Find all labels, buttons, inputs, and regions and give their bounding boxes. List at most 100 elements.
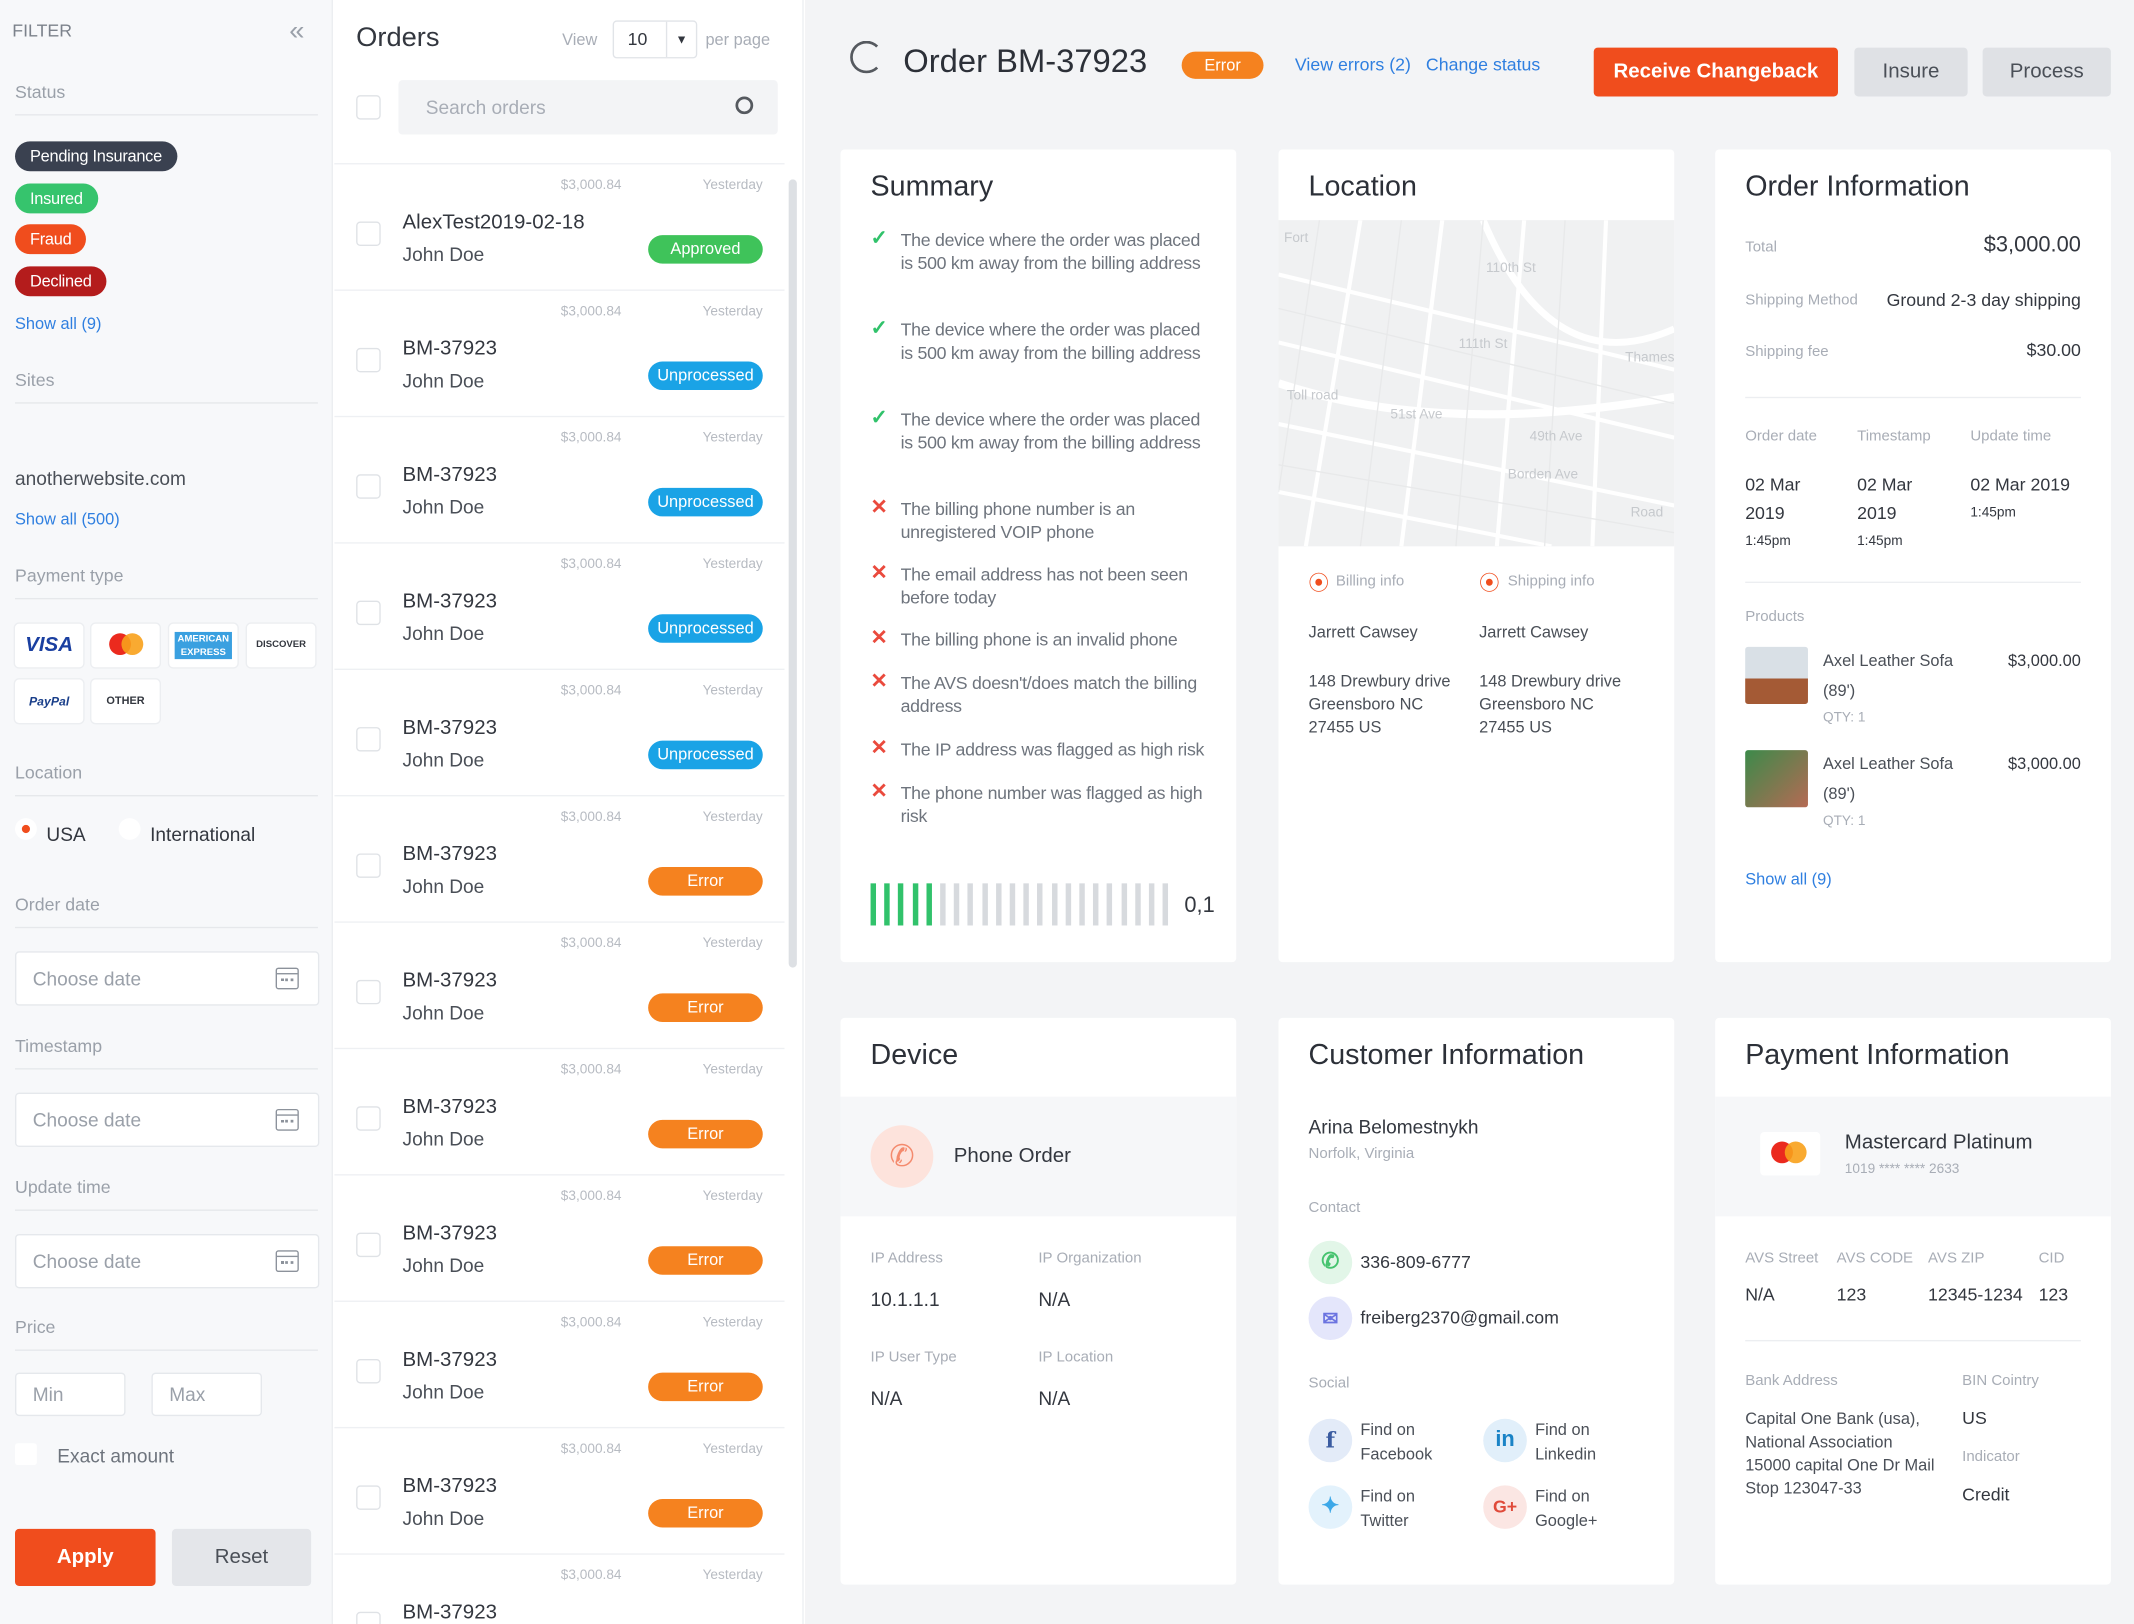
map[interactable]: Fort 110th St 111th St Thames 49th Ave B…	[1278, 220, 1675, 547]
reset-button[interactable]: Reset	[171, 1528, 312, 1586]
facebook-icon[interactable]: f	[1308, 1418, 1353, 1463]
status-chip[interactable]: Insured	[15, 182, 98, 213]
order-status-badge: Approved	[648, 235, 763, 264]
divider	[15, 114, 318, 116]
google-plus-icon[interactable]: G+	[1483, 1485, 1527, 1529]
search-icon[interactable]	[735, 96, 754, 115]
order-checkbox[interactable]	[356, 727, 381, 752]
show-all-products-link[interactable]: Show all (9)	[1745, 870, 1831, 889]
cross-icon: ✕	[870, 561, 888, 585]
order-checkbox[interactable]	[356, 347, 381, 373]
discover-card[interactable]: DISCOVER	[246, 623, 316, 668]
order-checkbox[interactable]	[356, 221, 381, 246]
contact-label: Contact	[1308, 1199, 1361, 1217]
calendar-icon[interactable]	[275, 1250, 299, 1273]
customer-name: John Doe	[402, 243, 485, 266]
amex-card[interactable]: AMERICAN EXPRESS	[169, 623, 238, 668]
order-row[interactable]: $3,000.84 Yesterday BM-37923 John Doe Error	[334, 1049, 785, 1176]
order-checkbox[interactable]	[356, 600, 381, 626]
order-checkbox[interactable]	[356, 1485, 381, 1510]
order-row[interactable]: $3,000.84 Yesterday BM-37923	[334, 1555, 784, 1624]
customer-email[interactable]: freiberg2370@gmail.com	[1360, 1307, 1558, 1327]
product-name: Axel Leather Sofa	[1822, 754, 1954, 774]
customer-name: John Doe	[402, 1254, 485, 1277]
device-title: Device	[870, 1039, 959, 1071]
apply-button[interactable]: Apply	[15, 1528, 156, 1586]
order-time: Yesterday	[702, 304, 763, 320]
divider	[15, 1349, 318, 1351]
show-all-status-link[interactable]: Show all (9)	[15, 314, 101, 333]
order-row[interactable]: $3,000.84 Yesterday BM-37923 John Doe Error	[334, 1428, 785, 1555]
international-radio[interactable]	[118, 818, 141, 840]
order-date-label: Order date	[15, 894, 100, 915]
search-input[interactable]: Search orders	[398, 80, 778, 135]
refresh-icon[interactable]	[850, 40, 883, 74]
site-item[interactable]: anotherwebsite.com	[15, 467, 186, 489]
find-on-facebook[interactable]: Find on Facebook	[1360, 1417, 1432, 1466]
order-checkbox[interactable]	[356, 474, 381, 499]
order-row[interactable]: $3,000.84 Yesterday BM-37923 John Doe Error	[334, 796, 785, 923]
calendar-icon[interactable]	[275, 967, 299, 990]
device-type: Phone Order	[953, 1144, 1071, 1168]
status-chip[interactable]: Fraud	[15, 224, 87, 255]
order-row[interactable]: $3,000.84 Yesterday AlexTest2019-02-18 John…	[334, 164, 785, 291]
order-row[interactable]: $3,000.84 Yesterday BM-37923 John Doe Unproc…	[334, 544, 785, 670]
chevron-down-icon: ▼	[665, 21, 696, 58]
timestamp-input[interactable]: Choose date	[15, 1092, 320, 1147]
find-on-linkedin[interactable]: Find on Linkedin	[1535, 1417, 1596, 1466]
order-row[interactable]: $3,000.84 Yesterday BM-37923 John Doe Error	[334, 1176, 785, 1302]
shipping-method-value: Ground 2-3 day shipping	[1886, 289, 2081, 310]
map-label: 110th St	[1485, 260, 1536, 276]
order-status-badge: Unprocessed	[648, 614, 763, 643]
order-amount: $3,000.84	[560, 1315, 622, 1331]
status-chip[interactable]: Pending Insurance	[15, 141, 177, 172]
view-errors-link[interactable]: View errors (2)	[1295, 54, 1411, 74]
find-on-twitter[interactable]: Find on Twitter	[1360, 1484, 1415, 1533]
status-chip[interactable]: Declined	[15, 265, 107, 296]
order-checkbox[interactable]	[356, 979, 381, 1005]
order-status-badge: Error	[648, 1498, 763, 1528]
cross-icon: ✕	[870, 780, 888, 804]
payment-information-card: Payment Information Mastercard Platinum …	[1715, 1017, 2111, 1585]
order-date-input[interactable]: Choose date	[15, 951, 320, 1006]
price-max-input[interactable]: Max	[151, 1372, 262, 1417]
mastercard-card[interactable]	[91, 623, 160, 668]
product-qty: QTY: 1	[1822, 710, 1866, 726]
order-checkbox[interactable]	[356, 1232, 381, 1258]
score-bar-segment	[1065, 883, 1071, 926]
customer-phone[interactable]: 336-809-6777	[1360, 1252, 1470, 1272]
order-row[interactable]: $3,000.84 Yesterday BM-37923 John Doe Unproc…	[334, 670, 785, 797]
visa-card[interactable]: VISA	[15, 623, 84, 668]
order-checkbox[interactable]	[356, 1611, 381, 1624]
order-row[interactable]: $3,000.84 Yesterday BM-37923 John Doe Unproc…	[334, 417, 785, 544]
order-row[interactable]: $3,000.84 Yesterday BM-37923 John Doe Unproc…	[334, 291, 785, 418]
order-checkbox[interactable]	[356, 1359, 381, 1384]
select-all-checkbox[interactable]	[356, 95, 381, 120]
insure-button[interactable]: Insure	[1854, 47, 1968, 97]
price-min-input[interactable]: Min	[15, 1372, 126, 1417]
collapse-icon[interactable]: «	[289, 16, 304, 47]
order-row[interactable]: $3,000.84 Yesterday BM-37923 John Doe Error	[334, 1302, 785, 1429]
amex-label: AMERICAN EXPRESS	[174, 631, 232, 660]
calendar-icon[interactable]	[275, 1108, 299, 1131]
score-bar-segment	[1079, 883, 1085, 926]
twitter-icon[interactable]: ✦	[1308, 1485, 1353, 1529]
change-status-link[interactable]: Change status	[1426, 54, 1540, 74]
exact-amount-checkbox[interactable]	[15, 1443, 37, 1466]
process-button[interactable]: Process	[1982, 47, 2111, 97]
order-checkbox[interactable]	[356, 853, 381, 878]
order-row[interactable]: $3,000.84 Yesterday BM-37923 John Doe Error	[334, 923, 785, 1050]
find-on-google-plus[interactable]: Find on Google+	[1535, 1484, 1597, 1533]
receive-changeback-button[interactable]: Receive Changeback	[1593, 47, 1838, 97]
show-all-sites-link[interactable]: Show all (500)	[15, 510, 120, 529]
other-card[interactable]: OTHER	[91, 679, 160, 723]
usa-radio[interactable]	[15, 818, 37, 840]
linkedin-icon[interactable]: in	[1483, 1418, 1527, 1463]
update-time-input[interactable]: Choose date	[15, 1233, 320, 1289]
shipping-name: Jarrett Cawsey	[1479, 622, 1589, 642]
order-checkbox[interactable]	[356, 1106, 381, 1131]
per-page-select[interactable]: 10 ▼	[612, 20, 698, 59]
scrollbar[interactable]	[788, 179, 797, 968]
location-card: Location Fort 110th St 111th St Thames 4…	[1278, 149, 1675, 963]
paypal-card[interactable]: PayPal	[15, 679, 84, 723]
